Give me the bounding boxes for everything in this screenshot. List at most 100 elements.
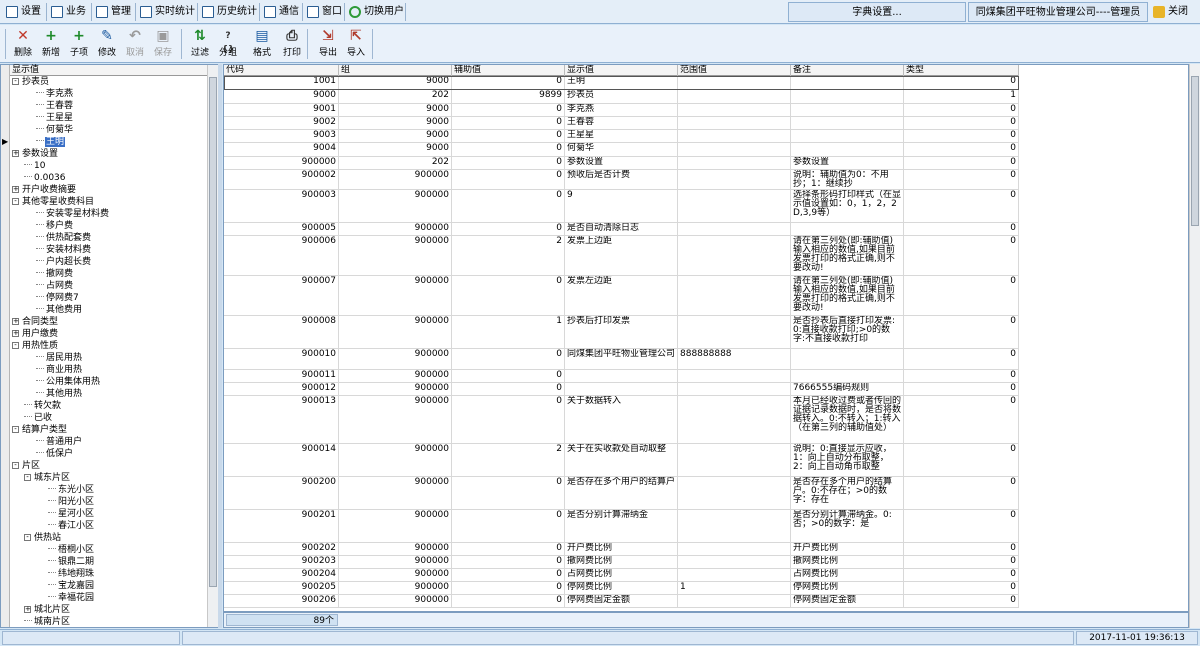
note-cell[interactable]: 说明：0:直接显示应收，1：向上自动分布取整，2：向上自动角币取整 bbox=[791, 444, 904, 476]
aux-value-cell[interactable]: 0 bbox=[452, 370, 565, 382]
display-value-cell[interactable]: 是否分别计算滞纳金 bbox=[565, 510, 678, 542]
delete-button[interactable]: ✕ 删除 bbox=[9, 28, 37, 60]
code-cell[interactable]: 900011 bbox=[224, 370, 339, 382]
type-cell[interactable]: 0 bbox=[904, 276, 1019, 315]
code-cell[interactable]: 900006 bbox=[224, 236, 339, 275]
tree-node[interactable]: 李克燕 bbox=[10, 88, 208, 100]
range-value-cell[interactable] bbox=[678, 170, 791, 189]
code-cell[interactable]: 900200 bbox=[224, 477, 339, 509]
tree-node[interactable]: 银鼎二期 bbox=[10, 556, 208, 568]
type-cell[interactable]: 0 bbox=[904, 370, 1019, 382]
tree-node[interactable]: 已收 bbox=[10, 412, 208, 424]
type-cell[interactable]: 0 bbox=[904, 595, 1019, 607]
collapse-toggle-icon[interactable]: - bbox=[24, 474, 31, 481]
tree-node[interactable]: - 片区 bbox=[10, 460, 208, 472]
table-row[interactable]: 900007 900000 0 发票左边距 请在第三列处(即:辅助值)输入相应的数值,如… bbox=[224, 276, 1019, 316]
tree-node[interactable]: 宝龙嘉园 bbox=[10, 580, 208, 592]
menu-settings[interactable]: 设置 bbox=[3, 3, 47, 21]
range-value-cell[interactable] bbox=[678, 444, 791, 476]
tree-node[interactable]: 纬地翔珠 bbox=[10, 568, 208, 580]
tree-node[interactable]: 低保户 bbox=[10, 448, 208, 460]
range-value-cell[interactable]: 888888888 bbox=[678, 349, 791, 369]
range-value-cell[interactable] bbox=[678, 396, 791, 443]
column-group-header[interactable]: 组 bbox=[339, 65, 452, 76]
add-child-button[interactable]: + 子项 bbox=[65, 28, 93, 60]
display-value-cell[interactable]: 是否存在多个用户的结算户 bbox=[565, 477, 678, 509]
note-cell[interactable]: 是否存在多个用户的结算户。0:不存在；>0的数字：存在 bbox=[791, 477, 904, 509]
display-value-cell[interactable]: 占网费比例 bbox=[565, 569, 678, 581]
tree-node[interactable]: 撤网费 bbox=[10, 268, 208, 280]
type-cell[interactable]: 0 bbox=[904, 444, 1019, 476]
type-cell[interactable]: 0 bbox=[904, 117, 1019, 129]
note-cell[interactable]: 7666555编码规则 bbox=[791, 383, 904, 395]
code-cell[interactable]: 900007 bbox=[224, 276, 339, 315]
expand-toggle-icon[interactable]: + bbox=[12, 318, 19, 325]
menu-history-stats[interactable]: 历史统计 bbox=[199, 3, 260, 21]
display-value-cell[interactable]: 王星星 bbox=[565, 130, 678, 142]
group-cell[interactable]: 900000 bbox=[339, 444, 452, 476]
aux-value-cell[interactable]: 0 bbox=[452, 276, 565, 315]
table-row[interactable]: 1001 9000 0 王明 0 bbox=[224, 76, 1019, 90]
display-value-cell[interactable]: 王春蓉 bbox=[565, 117, 678, 129]
group-cell[interactable]: 900000 bbox=[339, 396, 452, 443]
code-cell[interactable]: 9002 bbox=[224, 117, 339, 129]
note-cell[interactable] bbox=[791, 130, 904, 142]
range-value-cell[interactable] bbox=[678, 477, 791, 509]
tree-node[interactable]: - 结算户类型 bbox=[10, 424, 208, 436]
aux-value-cell[interactable]: 2 bbox=[452, 444, 565, 476]
type-cell[interactable]: 0 bbox=[904, 582, 1019, 594]
group-cell[interactable]: 900000 bbox=[339, 236, 452, 275]
group-cell[interactable]: 9000 bbox=[339, 143, 452, 156]
aux-value-cell[interactable]: 0 bbox=[452, 143, 565, 156]
group-cell[interactable]: 900000 bbox=[339, 543, 452, 555]
tree-node[interactable]: 王春蓉 bbox=[10, 100, 208, 112]
display-value-cell[interactable]: 关于在实收款处自动取整 bbox=[565, 444, 678, 476]
tree-node[interactable]: 户内超长费 bbox=[10, 256, 208, 268]
table-row[interactable]: 900005 900000 0 是否自动清除日志 0 bbox=[224, 223, 1019, 236]
tree-node[interactable]: 春江小区 bbox=[10, 520, 208, 532]
code-cell[interactable]: 900008 bbox=[224, 316, 339, 348]
range-value-cell[interactable]: 1 bbox=[678, 582, 791, 594]
aux-value-cell[interactable]: 0 bbox=[452, 569, 565, 581]
code-cell[interactable]: 900000 bbox=[224, 157, 339, 169]
type-cell[interactable]: 0 bbox=[904, 316, 1019, 348]
group-cell[interactable]: 900000 bbox=[339, 477, 452, 509]
code-cell[interactable]: 9000 bbox=[224, 90, 339, 103]
display-value-cell[interactable]: 参数设置 bbox=[565, 157, 678, 169]
tree-scrollbar[interactable] bbox=[207, 65, 218, 627]
range-value-cell[interactable] bbox=[678, 370, 791, 382]
print-button[interactable]: ⎙ 打印 bbox=[278, 28, 306, 60]
aux-value-cell[interactable]: 0 bbox=[452, 396, 565, 443]
collapse-toggle-icon[interactable]: - bbox=[24, 534, 31, 541]
menu-manage[interactable]: 管理 bbox=[93, 3, 136, 21]
table-row[interactable]: 9002 9000 0 王春蓉 0 bbox=[224, 117, 1019, 130]
import-button[interactable]: ⇱ 导入 bbox=[342, 28, 370, 60]
grid-scrollbar-thumb[interactable] bbox=[1191, 76, 1199, 226]
range-value-cell[interactable] bbox=[678, 90, 791, 103]
tree-view[interactable]: - 抄表员 李克燕 王春蓉 王星星 何菊华 王明 + 参数设置 10 0.0036 + 开户收费摘要 - 其… bbox=[10, 76, 208, 626]
tree-node[interactable]: 其他费用 bbox=[10, 304, 208, 316]
note-cell[interactable] bbox=[791, 143, 904, 156]
code-cell[interactable]: 900206 bbox=[224, 595, 339, 607]
code-cell[interactable]: 9003 bbox=[224, 130, 339, 142]
grid-scrollbar[interactable] bbox=[1189, 64, 1200, 628]
expand-toggle-icon[interactable]: + bbox=[12, 330, 19, 337]
tree-node[interactable]: 商业用热 bbox=[10, 364, 208, 376]
table-row[interactable]: 900011 900000 0 0 bbox=[224, 370, 1019, 383]
cancel-button[interactable]: ↶ 取消 bbox=[121, 28, 149, 60]
note-cell[interactable] bbox=[791, 76, 904, 89]
display-value-cell[interactable]: 发票左边距 bbox=[565, 276, 678, 315]
panel-splitter[interactable] bbox=[218, 64, 222, 628]
tree-node[interactable]: 占网费 bbox=[10, 280, 208, 292]
range-value-cell[interactable] bbox=[678, 383, 791, 395]
tree-node[interactable]: + 参数设置 bbox=[10, 148, 208, 160]
aux-value-cell[interactable]: 0 bbox=[452, 117, 565, 129]
tree-node[interactable]: + 城北片区 bbox=[10, 604, 208, 616]
group-cell[interactable]: 900000 bbox=[339, 595, 452, 607]
collapse-toggle-icon[interactable]: - bbox=[12, 342, 19, 349]
group-cell[interactable]: 900000 bbox=[339, 349, 452, 369]
type-cell[interactable]: 0 bbox=[904, 543, 1019, 555]
display-value-cell[interactable]: 预收后是否计费 bbox=[565, 170, 678, 189]
export-button[interactable]: ⇲ 导出 bbox=[314, 28, 342, 60]
tree-node[interactable]: - 城东片区 bbox=[10, 472, 208, 484]
